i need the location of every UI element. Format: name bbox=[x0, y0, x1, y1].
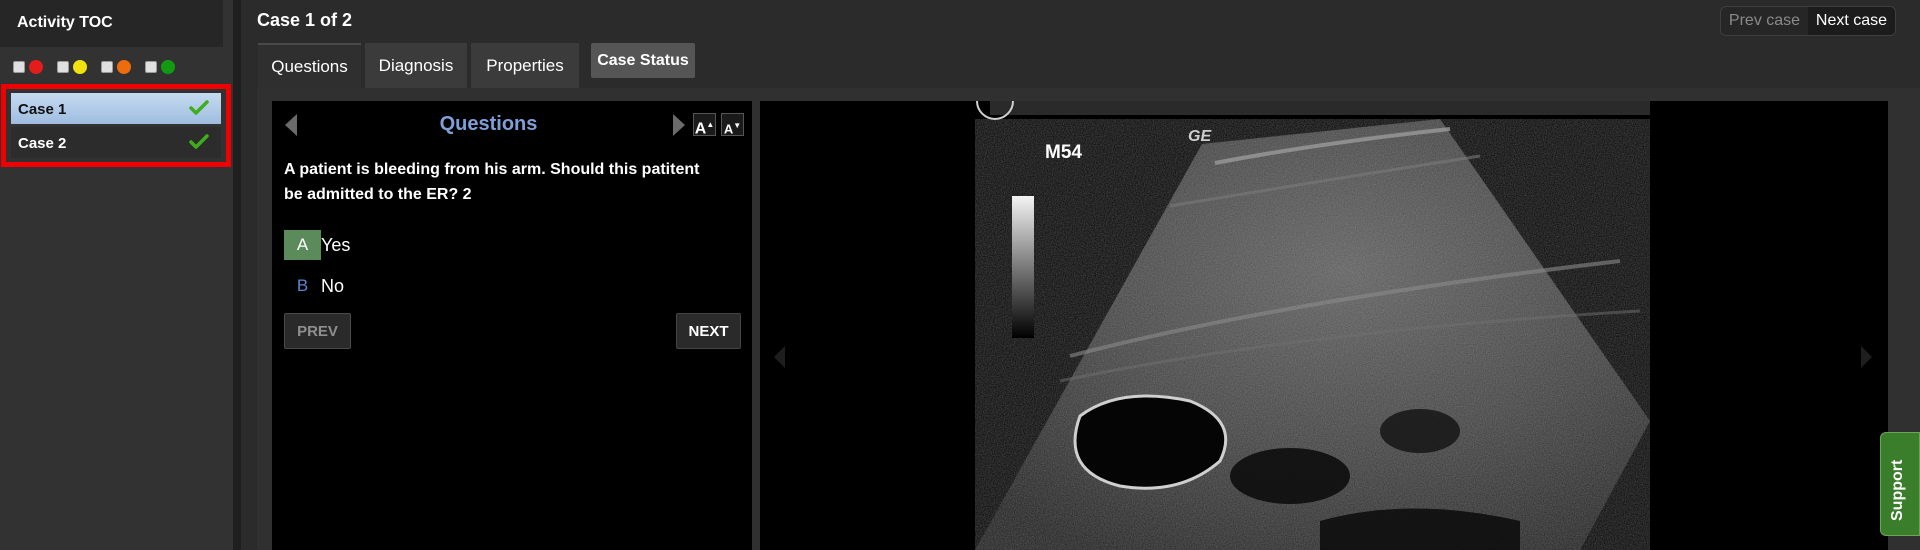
prev-question-button[interactable]: PREV bbox=[284, 313, 351, 349]
font-decrease-icon: A bbox=[723, 121, 734, 137]
status-filter-row bbox=[13, 60, 189, 74]
support-button[interactable]: Support bbox=[1880, 432, 1920, 536]
filter-checkbox-red[interactable] bbox=[13, 61, 25, 73]
toc-title: Activity TOC bbox=[17, 14, 113, 31]
next-case-button[interactable]: Next case bbox=[1808, 7, 1895, 35]
previous-image-arrow-icon[interactable] bbox=[774, 346, 785, 368]
question-text: A patient is bleeding from his arm. Shou… bbox=[284, 161, 700, 203]
toc-header: Activity TOC bbox=[0, 0, 223, 47]
question-panel: Questions A▲ A▼ A patient is bleeding fr… bbox=[272, 101, 752, 550]
red-status-dot bbox=[29, 60, 43, 74]
main-area: Case 1 of 2 Prev case Next case Question… bbox=[241, 0, 1920, 550]
case-status-button[interactable]: Case Status bbox=[591, 43, 695, 78]
support-label: Support bbox=[1889, 459, 1906, 521]
case-pager: Prev case Next case bbox=[1720, 6, 1896, 36]
increase-font-button[interactable]: A▲ bbox=[693, 113, 716, 138]
case-item-2[interactable]: Case 2 bbox=[11, 127, 221, 158]
image-viewer[interactable]: M54 GE bbox=[760, 101, 1888, 550]
filter-checkbox-yellow[interactable] bbox=[57, 61, 69, 73]
case-title: Case 1 of 2 bbox=[257, 10, 353, 30]
tab-content: Questions A▲ A▼ A patient is bleeding fr… bbox=[257, 88, 1920, 550]
tab-diagnosis[interactable]: Diagnosis bbox=[365, 43, 467, 88]
case-item-label: Case 1 bbox=[18, 101, 67, 118]
case-item-1[interactable]: Case 1 bbox=[11, 93, 221, 124]
next-question-arrow-icon[interactable] bbox=[673, 114, 685, 136]
option-letter: B bbox=[296, 276, 309, 295]
tab-properties[interactable]: Properties bbox=[471, 43, 579, 88]
tab-questions[interactable]: Questions bbox=[258, 43, 361, 88]
next-question-button[interactable]: NEXT bbox=[676, 313, 741, 349]
filter-checkbox-green[interactable] bbox=[145, 61, 157, 73]
image-label: M54 bbox=[1045, 142, 1082, 163]
orange-status-dot bbox=[117, 60, 131, 74]
answer-option-b[interactable]: B No bbox=[284, 271, 344, 301]
filter-checkbox-orange[interactable] bbox=[101, 61, 113, 73]
app-root: Activity TOC Case 1 Case 2 Case 1 of 2 P… bbox=[0, 0, 1920, 550]
checkmark-icon bbox=[189, 100, 209, 115]
next-image-arrow-icon[interactable] bbox=[1861, 346, 1872, 368]
option-letter: A bbox=[284, 230, 321, 260]
case-item-label: Case 2 bbox=[18, 135, 67, 152]
answer-option-a[interactable]: A Yes bbox=[284, 230, 350, 260]
questions-heading: Questions bbox=[439, 113, 538, 135]
ultrasound-image bbox=[975, 101, 1650, 550]
font-increase-icon: A bbox=[694, 120, 707, 138]
activity-toc-sidebar: Activity TOC Case 1 Case 2 bbox=[0, 0, 233, 550]
option-text: Yes bbox=[321, 234, 351, 255]
decrease-font-button[interactable]: A▼ bbox=[721, 113, 744, 136]
option-text: No bbox=[321, 275, 345, 296]
yellow-status-dot bbox=[73, 60, 87, 74]
green-status-dot bbox=[161, 60, 175, 74]
ge-logo: GE bbox=[1188, 128, 1212, 145]
sidebar-splitter[interactable] bbox=[233, 0, 241, 550]
prev-case-button[interactable]: Prev case bbox=[1721, 7, 1808, 35]
case-list: Case 1 Case 2 bbox=[1, 84, 231, 167]
checkmark-icon bbox=[189, 134, 209, 149]
grayscale-bar bbox=[1012, 196, 1034, 338]
